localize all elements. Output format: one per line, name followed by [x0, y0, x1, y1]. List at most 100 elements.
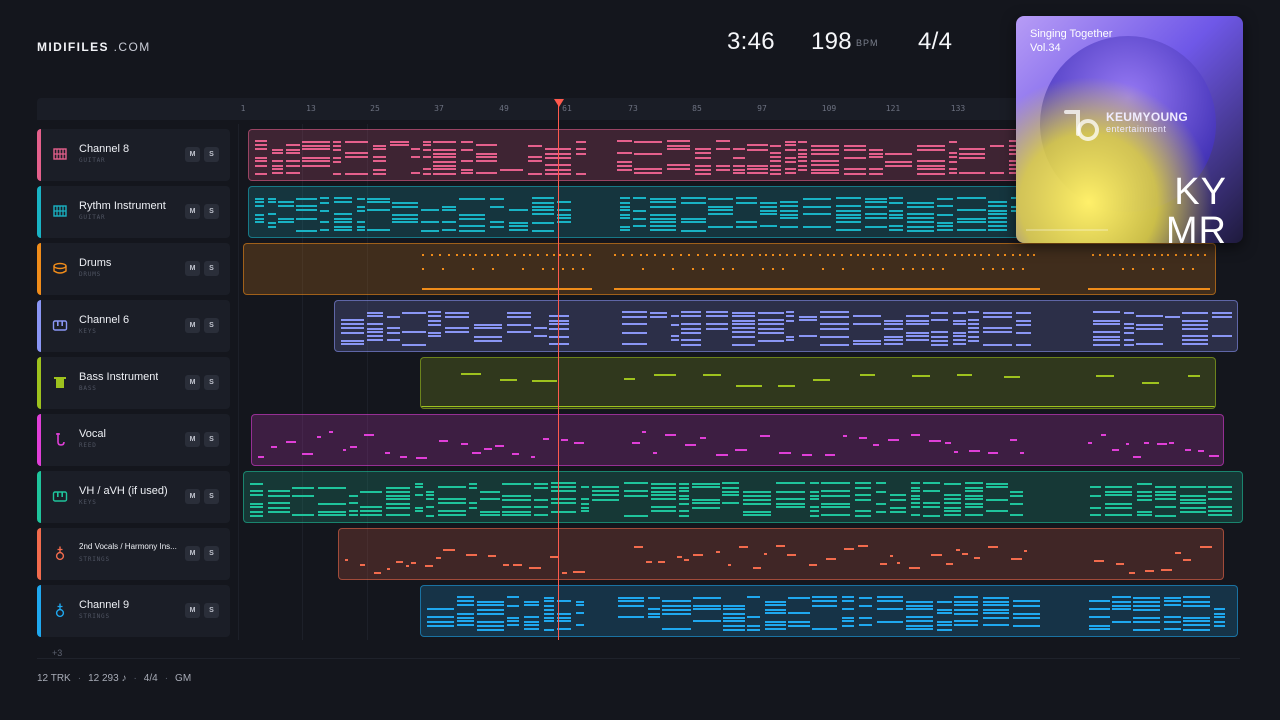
- track-header[interactable]: Channel 9 STRINGS M S: [37, 585, 230, 637]
- midi-clip[interactable]: [420, 585, 1238, 637]
- midi-note: [345, 559, 348, 561]
- track-name[interactable]: Rythm Instrument: [79, 200, 166, 212]
- midi-clip[interactable]: [243, 243, 1216, 295]
- solo-button[interactable]: S: [204, 318, 219, 333]
- track-name[interactable]: VH / aVH (if used): [79, 485, 168, 497]
- midi-note: [1175, 552, 1181, 554]
- midi-note: [917, 173, 945, 175]
- midi-note: [856, 288, 858, 290]
- midi-clip[interactable]: [334, 300, 1238, 352]
- midi-note: [1089, 628, 1110, 630]
- midi-note: [692, 268, 694, 270]
- track-name[interactable]: Channel 6: [79, 314, 129, 326]
- midi-clip[interactable]: [338, 528, 1224, 580]
- midi-note: [632, 288, 634, 290]
- logo[interactable]: MIDIFILES .COM: [37, 40, 151, 54]
- midi-clip[interactable]: [243, 471, 1243, 523]
- track-header[interactable]: Drums DRUMS M S: [37, 243, 230, 295]
- solo-button[interactable]: S: [204, 147, 219, 162]
- track-name[interactable]: Bass Instrument: [79, 371, 158, 383]
- midi-note: [581, 510, 589, 512]
- midi-note: [798, 153, 807, 155]
- album-cover[interactable]: Singing Together Vol.34 KEUMYOUNG entert…: [1016, 16, 1243, 243]
- midi-note: [1105, 514, 1132, 516]
- solo-button[interactable]: S: [204, 261, 219, 276]
- track-header[interactable]: Vocal REED M S: [37, 414, 230, 466]
- midi-note: [679, 515, 689, 517]
- mute-button[interactable]: M: [185, 432, 200, 447]
- midi-note: [561, 439, 568, 441]
- solo-button[interactable]: S: [204, 603, 219, 618]
- track-header[interactable]: Channel 8 GUITAR M S: [37, 129, 230, 181]
- midi-note: [811, 153, 839, 155]
- midi-note: [869, 153, 883, 155]
- midi-note: [532, 213, 554, 215]
- solo-button[interactable]: S: [204, 204, 219, 219]
- midi-clip[interactable]: [248, 129, 1038, 181]
- midi-note: [650, 229, 676, 231]
- midi-clip[interactable]: [420, 357, 1216, 409]
- track-header[interactable]: 2nd Vocals / Harmony Ins... STRINGS M S: [37, 528, 230, 580]
- track-name[interactable]: Channel 8: [79, 143, 129, 155]
- track-header[interactable]: Bass Instrument BASS M S: [37, 357, 230, 409]
- midi-note: [1020, 452, 1024, 454]
- track-header[interactable]: Rythm Instrument GUITAR M S: [37, 186, 230, 238]
- midi-note: [692, 502, 720, 504]
- track-name[interactable]: Drums: [79, 257, 111, 269]
- more-tracks-indicator[interactable]: +3: [52, 648, 62, 658]
- solo-button[interactable]: S: [204, 546, 219, 561]
- midi-note: [990, 145, 1004, 147]
- midi-note: [983, 609, 1009, 611]
- midi-note: [459, 225, 485, 227]
- midi-note: [812, 628, 837, 630]
- midi-note: [860, 288, 862, 290]
- mute-button[interactable]: M: [185, 489, 200, 504]
- mute-button[interactable]: M: [185, 603, 200, 618]
- mute-button[interactable]: M: [185, 546, 200, 561]
- midi-note: [1160, 288, 1162, 290]
- midi-note: [990, 172, 1004, 174]
- solo-button[interactable]: S: [204, 489, 219, 504]
- midi-clip[interactable]: [251, 414, 1224, 466]
- playhead[interactable]: [558, 100, 559, 640]
- midi-note: [766, 288, 768, 290]
- solo-button[interactable]: S: [204, 375, 219, 390]
- midi-note: [546, 254, 548, 256]
- midi-note: [461, 160, 473, 162]
- midi-note: [522, 288, 524, 290]
- track-name[interactable]: Vocal: [79, 428, 106, 440]
- playhead-handle[interactable]: [554, 99, 564, 107]
- midi-note: [522, 268, 524, 270]
- midi-note: [1178, 288, 1180, 290]
- mute-button[interactable]: M: [185, 318, 200, 333]
- track-name[interactable]: 2nd Vocals / Harmony Ins...: [79, 542, 177, 551]
- track-header[interactable]: VH / aVH (if used) KEYS M S: [37, 471, 230, 523]
- midi-note: [634, 288, 636, 290]
- midi-note: [532, 206, 554, 208]
- midi-note: [255, 160, 267, 162]
- midi-note: [922, 268, 924, 270]
- midi-note: [885, 165, 912, 167]
- track-header[interactable]: Channel 6 KEYS M S: [37, 300, 230, 352]
- track-name[interactable]: Channel 9: [79, 599, 129, 611]
- midi-note: [534, 487, 548, 489]
- mute-button[interactable]: M: [185, 204, 200, 219]
- midi-note: [788, 288, 790, 290]
- mute-button[interactable]: M: [185, 147, 200, 162]
- midi-clip[interactable]: [248, 186, 1038, 238]
- midi-note: [1161, 254, 1163, 256]
- midi-note: [860, 374, 875, 376]
- midi-note: [477, 601, 504, 603]
- midi-note: [859, 624, 872, 626]
- mute-button[interactable]: M: [185, 375, 200, 390]
- midi-note: [442, 209, 456, 211]
- midi-note: [341, 323, 364, 325]
- midi-note: [1182, 343, 1208, 345]
- midi-note: [466, 288, 468, 290]
- solo-button[interactable]: S: [204, 432, 219, 447]
- midi-note: [423, 168, 431, 170]
- midi-note: [716, 169, 730, 171]
- midi-note: [532, 222, 554, 224]
- mute-button[interactable]: M: [185, 261, 200, 276]
- midi-note: [798, 169, 807, 171]
